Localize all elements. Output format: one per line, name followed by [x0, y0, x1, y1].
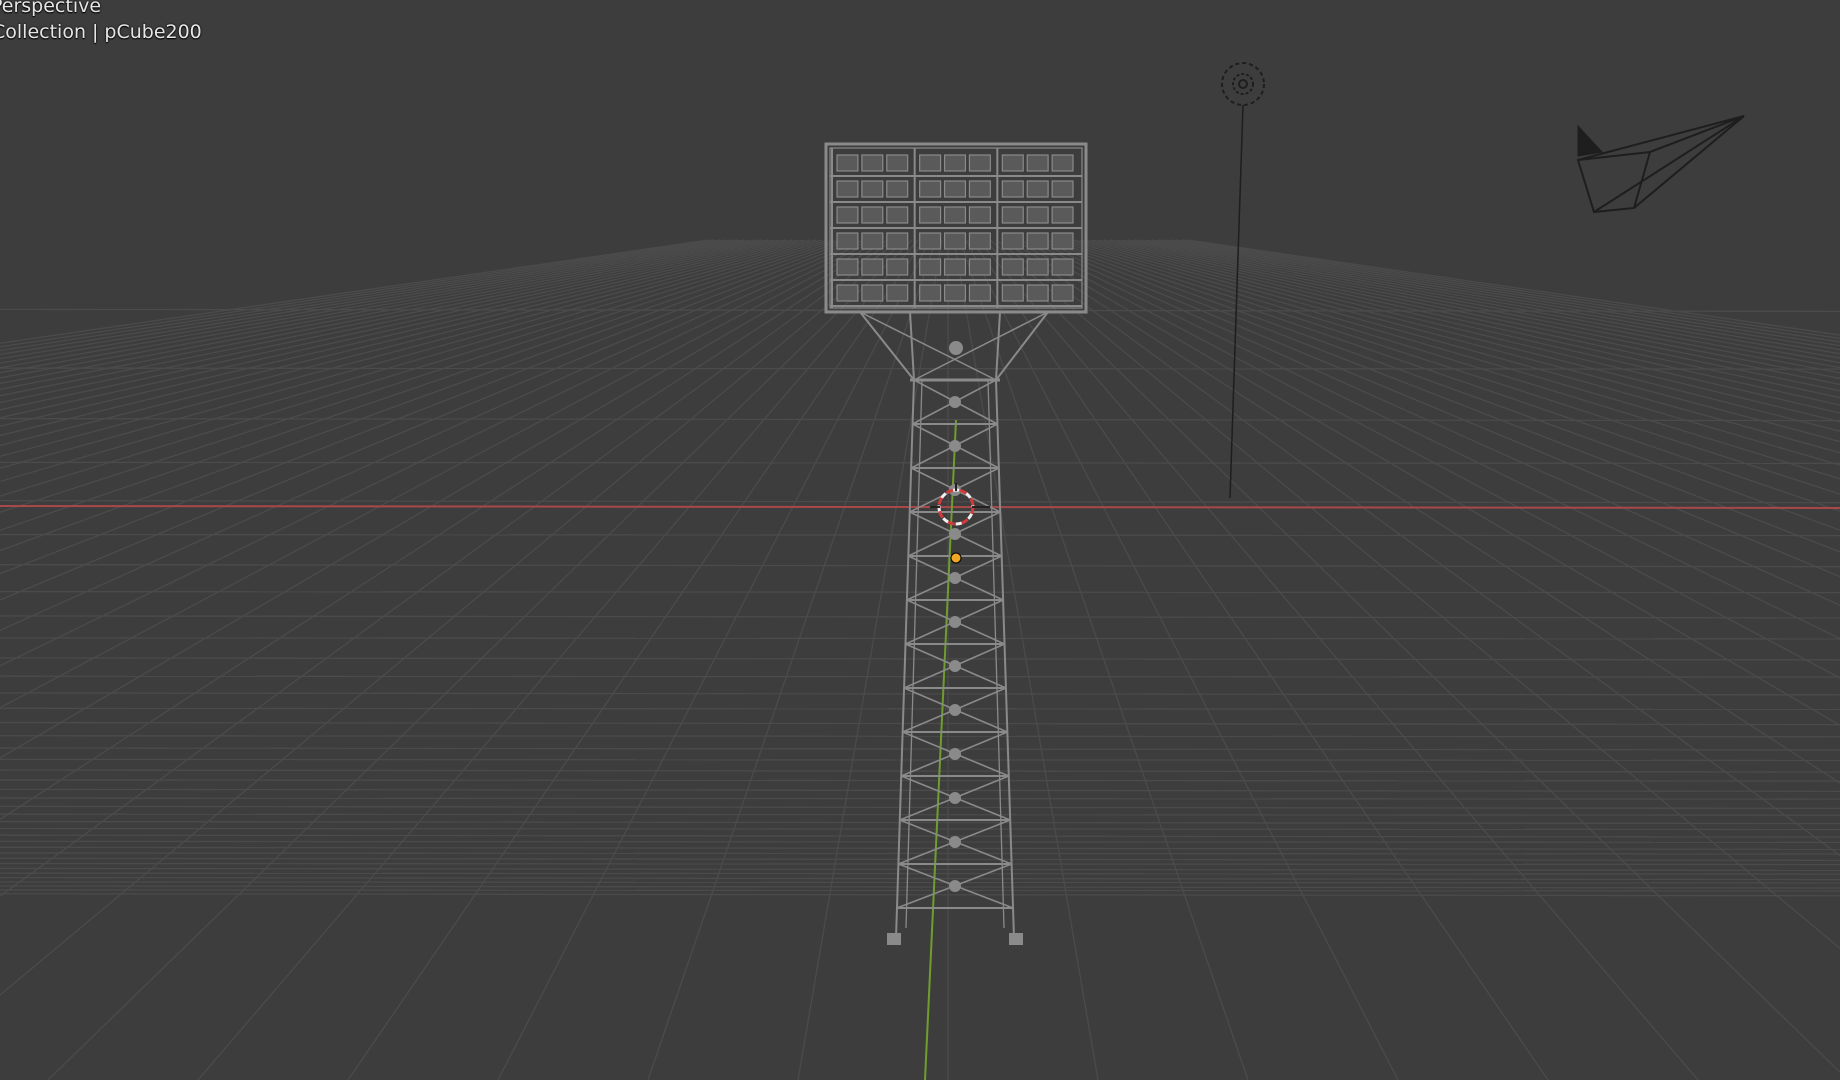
- 3d-viewport[interactable]: Perspective Collection | pCube200: [0, 0, 1840, 1080]
- floor-grid: [0, 239, 1840, 1080]
- active-object-name: pCube200: [104, 21, 202, 43]
- view-name-label: Perspective: [0, 0, 102, 17]
- floodlight-tower[interactable]: [824, 142, 1088, 945]
- separator: |: [91, 21, 99, 43]
- tower-bracing: [859, 311, 1049, 945]
- floodlight-panel: [824, 142, 1088, 314]
- camera-icon[interactable]: [1576, 115, 1745, 214]
- collection-name: Collection: [0, 21, 86, 43]
- origin-dot-icon: [950, 552, 962, 564]
- active-object-info: Collection | pCube200: [0, 21, 202, 43]
- viewport-scene[interactable]: [0, 0, 1840, 1080]
